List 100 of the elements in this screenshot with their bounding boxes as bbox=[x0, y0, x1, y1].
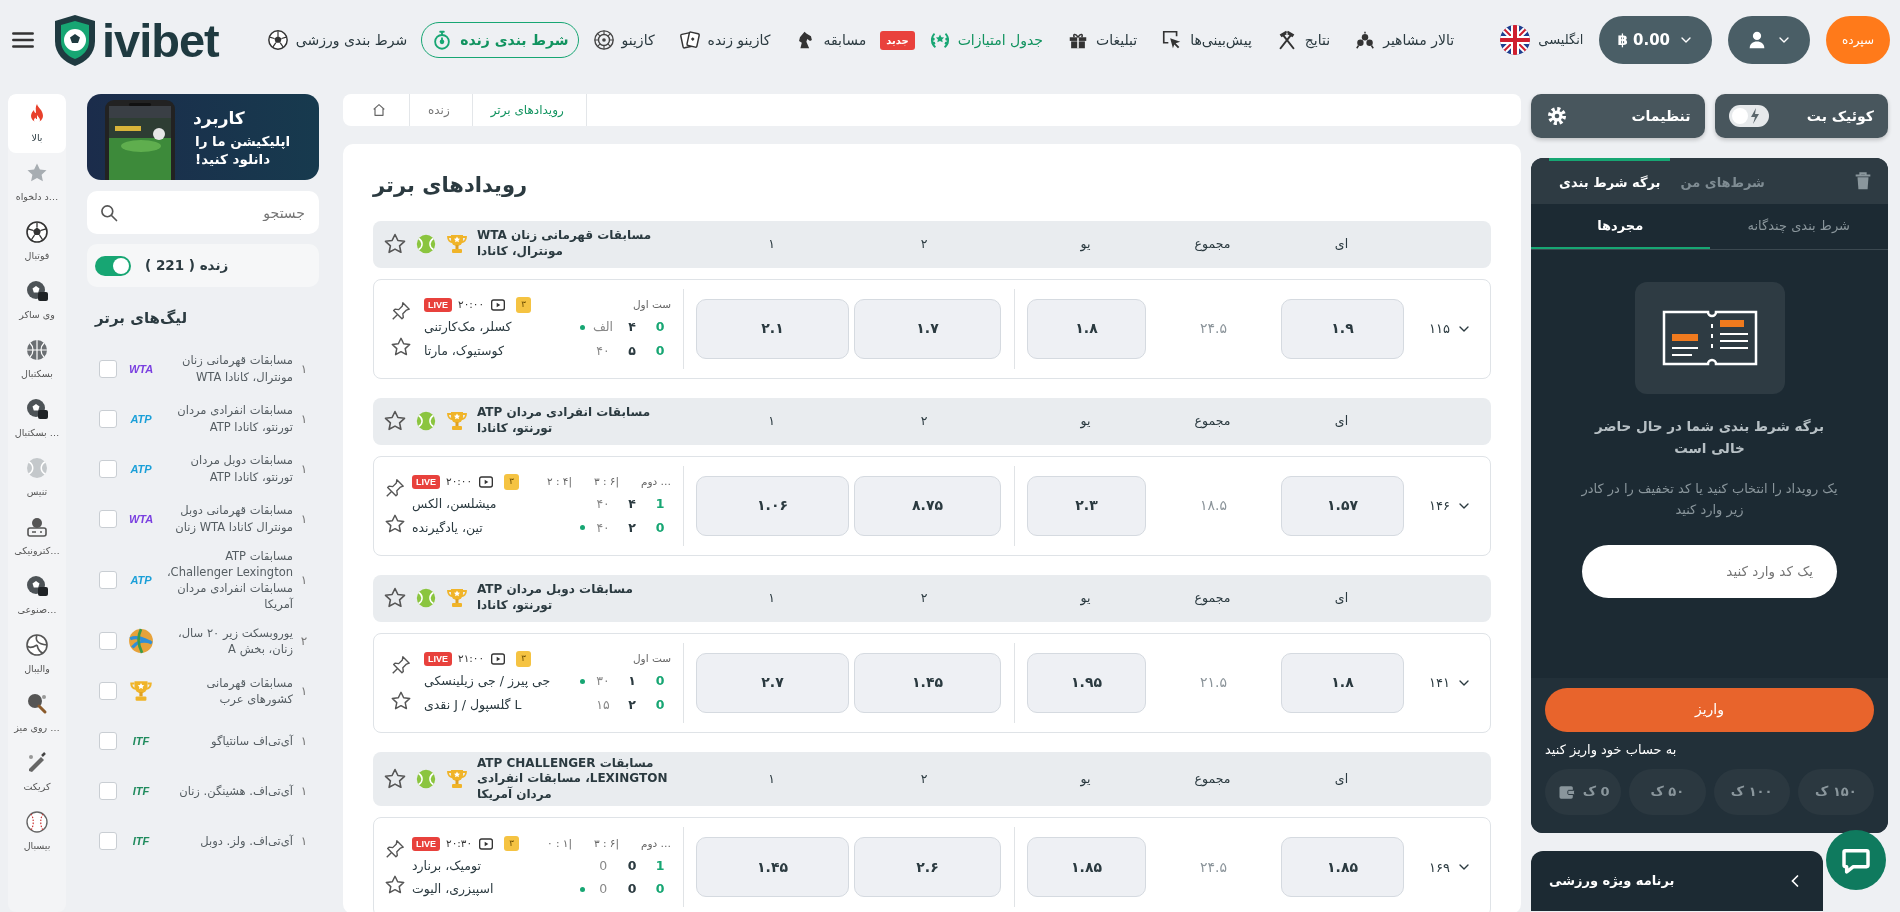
nav-link[interactable]: پیش‌بینی‌ها bbox=[1151, 22, 1262, 58]
league-checkbox[interactable] bbox=[99, 459, 117, 478]
more-markets-button[interactable]: ۱۴۶ bbox=[1404, 494, 1478, 517]
flag-icon bbox=[1500, 25, 1531, 55]
odds-button[interactable]: ۱.۸۵ bbox=[1281, 837, 1404, 898]
odds-button[interactable]: ۱.۷ bbox=[854, 298, 1001, 359]
sport-tab[interactable]: بیسبال bbox=[8, 802, 66, 861]
odds-button[interactable]: ۱.۸ bbox=[1027, 298, 1146, 359]
bet-slip-tab[interactable]: برگه شرط بندی bbox=[1549, 158, 1671, 204]
team-name: تومیک، برنارد bbox=[412, 856, 481, 876]
nav-link[interactable]: تالار مشاهیر bbox=[1344, 22, 1465, 58]
sport-tab[interactable]: کریکت bbox=[8, 743, 66, 802]
more-markets-button[interactable]: ۱۴۱ bbox=[1404, 671, 1478, 694]
odds-button[interactable]: ۱.۵۷ bbox=[1281, 475, 1404, 536]
live-toggle[interactable] bbox=[95, 255, 131, 276]
search-field[interactable]: جستجو bbox=[127, 191, 307, 234]
odds-button[interactable]: ۱.۴۵ bbox=[696, 837, 849, 898]
set-score: ۰ : ۱| bbox=[546, 835, 572, 852]
sport-tab[interactable]: …د دلخواه bbox=[8, 153, 66, 212]
basketball-icon bbox=[25, 337, 49, 362]
league-checkbox[interactable] bbox=[99, 570, 117, 589]
breadcrumb-link[interactable]: زنده bbox=[410, 94, 473, 126]
odds-button[interactable]: ۲.۳ bbox=[1027, 475, 1146, 536]
odds-button[interactable]: ۲.۶ bbox=[854, 837, 1001, 898]
column-header: ۱ bbox=[768, 589, 775, 605]
league-checkbox[interactable] bbox=[99, 509, 117, 528]
league-count: ۱ bbox=[299, 682, 309, 700]
settings-button[interactable]: تنظیمات bbox=[1531, 94, 1705, 138]
chat-button[interactable] bbox=[1826, 830, 1886, 890]
league-checkbox[interactable] bbox=[99, 409, 117, 428]
league-checkbox[interactable] bbox=[99, 359, 117, 378]
amount-chip[interactable]: ۵۰ ک bbox=[1629, 769, 1706, 815]
league-checkbox[interactable] bbox=[99, 831, 117, 850]
bet-type-tab[interactable]: مجردها bbox=[1531, 204, 1710, 249]
league-title[interactable]: مسابقات دوبل مردان ATP تورنتو، کانادا bbox=[477, 582, 677, 614]
breadcrumb-link[interactable]: رویدادهای برتر bbox=[472, 94, 587, 126]
league-name[interactable]: آی‌تی‌اف سانتیاگو bbox=[165, 732, 293, 749]
league-checkbox[interactable] bbox=[99, 681, 117, 700]
odds-button[interactable]: ۱.۴۵ bbox=[854, 652, 1001, 713]
amount-chip[interactable]: ۱۰۰ ک bbox=[1713, 769, 1790, 815]
more-markets-button[interactable]: ۱۶۹ bbox=[1404, 856, 1478, 879]
league-name[interactable]: مسابقات قهرمانی زنان مونترال، کانادا WTA bbox=[165, 352, 293, 385]
odds-button[interactable]: ۱.۸ bbox=[1281, 652, 1404, 713]
sport-tab[interactable]: …صنوعی bbox=[8, 566, 66, 625]
league-name[interactable]: یوروبسکت زیر ۲۰ سال، زنان، بخش A bbox=[165, 624, 293, 657]
more-markets-button[interactable]: ۱۱۵ bbox=[1404, 317, 1478, 340]
balance-button[interactable]: ฿ 0.00 bbox=[1599, 16, 1713, 64]
quick-bet-button[interactable]: کوئیک بت bbox=[1714, 94, 1888, 138]
nav-link[interactable]: تبلیغات bbox=[1057, 22, 1148, 58]
league-name[interactable]: مسابقات ATP Challenger Lexington، مسابقات انفرادی مردان آمریکا bbox=[165, 547, 293, 612]
special-program-panel[interactable]: برنامه ویژه ورزشی bbox=[1531, 851, 1823, 911]
league-name[interactable]: آی‌تی‌اف. ولز. دوبل bbox=[165, 832, 293, 849]
sport-tab[interactable]: بسکتبال bbox=[8, 330, 66, 389]
account-button[interactable] bbox=[1728, 16, 1811, 64]
sport-tab[interactable]: فوتبال bbox=[8, 212, 66, 271]
app-banner[interactable]: کاربرد اپلیکیشن ما را دانلود کنید! bbox=[87, 94, 319, 180]
team-name: میشلسن، الکس bbox=[412, 494, 497, 514]
league-title[interactable]: مسابقات ATP CHALLENGER LEXINGTON، مسابقات انفرادی مردان آمریکا bbox=[477, 755, 677, 803]
nav-link[interactable]: شرط بندی ورزشی bbox=[256, 22, 418, 58]
language-selector[interactable]: انگلیسی bbox=[1500, 25, 1584, 55]
nav-link[interactable]: کازینو زنده bbox=[668, 22, 781, 58]
sport-tab[interactable]: …کترونیکی bbox=[8, 507, 66, 566]
sport-tab[interactable]: والیبال bbox=[8, 625, 66, 684]
league-checkbox[interactable] bbox=[99, 731, 117, 750]
sport-tab[interactable]: … روی میز bbox=[8, 684, 66, 743]
nav-link[interactable]: نتایج bbox=[1265, 22, 1341, 58]
promo-code-field[interactable]: یک کد وارد کنید bbox=[1582, 544, 1837, 598]
sport-tab[interactable]: بالا bbox=[8, 94, 66, 153]
odds-button[interactable]: ۲.۷ bbox=[696, 652, 849, 713]
odds-button[interactable]: ۸.۷۵ bbox=[854, 475, 1001, 536]
league-checkbox[interactable] bbox=[99, 631, 117, 650]
amount-chip[interactable]: ۱۵۰ ک bbox=[1797, 769, 1874, 815]
amount-chip[interactable]: 0 ک bbox=[1545, 769, 1622, 815]
league-name[interactable]: مسابقات قهرمانی دوبل مونترال کانادا WTA زنان bbox=[165, 502, 293, 535]
odds-button[interactable]: ۱.۰۶ bbox=[696, 475, 849, 536]
nav-link[interactable]: کازینو bbox=[582, 22, 665, 58]
league-title[interactable]: مسابقات قهرمانی زنان WTA مونترال، کانادا bbox=[477, 228, 677, 260]
league-name[interactable]: مسابقات قهرمانی کشورهای عرب bbox=[165, 674, 293, 707]
league-name[interactable]: آی‌تی‌اف. هشینگن. زنان bbox=[165, 782, 293, 799]
sport-tab[interactable]: وی ساکر bbox=[8, 271, 66, 330]
league-title[interactable]: مسابقات انفرادی مردان ATP تورنتو، کانادا bbox=[477, 405, 677, 437]
total-line: ۲۴.۵ bbox=[1200, 858, 1227, 875]
set-count: 0 bbox=[654, 518, 666, 537]
info-badge: ۳ bbox=[516, 297, 531, 313]
odds-button[interactable]: ۱.۸۵ bbox=[1027, 837, 1146, 898]
league-name[interactable]: مسابقات دوبل مردان تورنتو، کانادا ATP bbox=[165, 452, 293, 485]
league-checkbox[interactable] bbox=[99, 781, 117, 800]
game-score: ۵ bbox=[627, 341, 637, 360]
odds-button[interactable]: ۱.۹۵ bbox=[1027, 652, 1146, 713]
logo-text[interactable]: ivibet bbox=[102, 16, 219, 64]
league-logo: ITF bbox=[132, 784, 150, 797]
nav-link[interactable]: مسابقه bbox=[784, 22, 877, 58]
bet-type-tab[interactable]: شرط بندی چندگانه bbox=[1709, 204, 1888, 249]
sport-tab[interactable]: تنیس bbox=[8, 448, 66, 507]
odds-button[interactable]: ۱.۹ bbox=[1281, 298, 1404, 359]
search-box[interactable]: جستجو bbox=[87, 191, 319, 234]
odds-button[interactable]: ۲.۱ bbox=[696, 298, 849, 359]
nav-link[interactable]: جدول امتیازات bbox=[918, 22, 1053, 58]
sport-tab[interactable]: … بسکتبال bbox=[8, 389, 66, 448]
league-name[interactable]: مسابقات انفرادی مردان تورنتو، کانادا ATP bbox=[165, 402, 293, 435]
